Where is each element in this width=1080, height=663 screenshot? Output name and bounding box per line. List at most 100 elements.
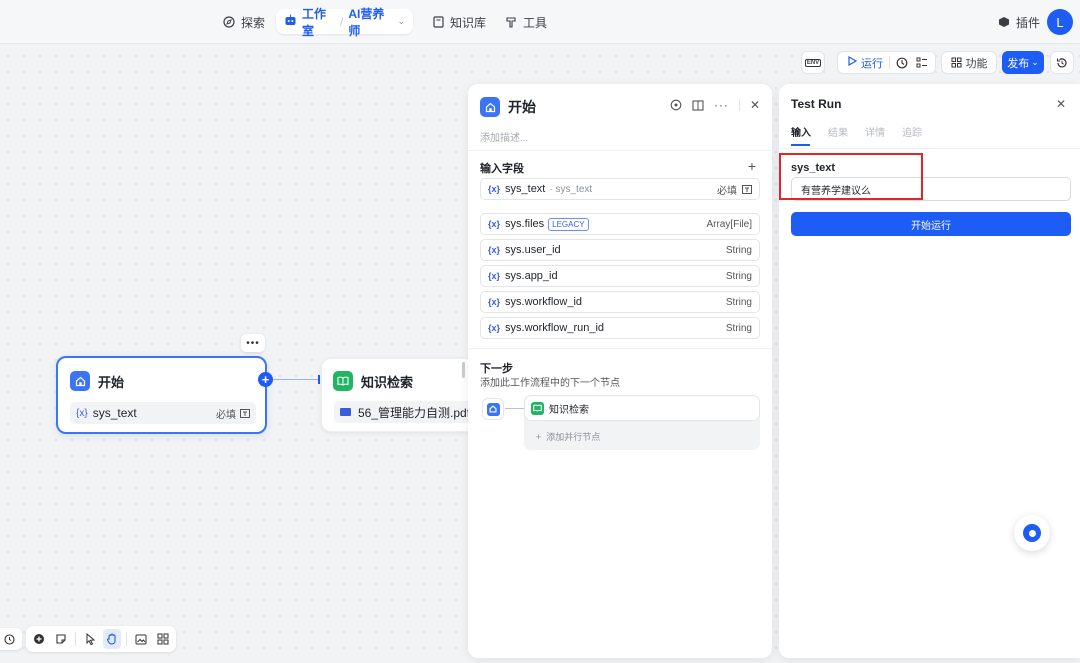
field-required-label: 必填	[717, 185, 737, 197]
grid-icon	[951, 57, 962, 68]
variable-icon: {x}	[488, 245, 501, 255]
kb-node-file-name: 56_管理能力自测.pdf...	[358, 405, 481, 420]
legacy-badge: LEGACY	[548, 217, 589, 231]
divider	[779, 148, 1080, 149]
run-history-icon[interactable]	[896, 57, 908, 69]
field-sub: · sys_text	[549, 183, 593, 195]
more-icon[interactable]: ···	[714, 98, 729, 112]
kb-node-header: 知识检索	[333, 371, 413, 391]
history-icon	[1056, 57, 1068, 69]
field-name: sys.workflow_run_id	[505, 322, 605, 334]
text-field-icon	[742, 184, 752, 194]
run-step-icon[interactable]	[670, 99, 682, 111]
sys-text-label: sys_text	[791, 162, 836, 174]
nav-plugins-label: 插件	[1016, 15, 1041, 30]
field-sys-workflow-run-id[interactable]: {x} sys.workflow_run_id String	[480, 317, 760, 339]
tab-tracing[interactable]: 追踪	[902, 124, 922, 139]
export-image-icon[interactable]	[132, 629, 151, 649]
nav-studio-label: 工作室	[302, 6, 327, 38]
test-run-panel: Test Run ✕ 输入 结果 详情 追踪 sys_text 开始运行	[779, 84, 1080, 658]
field-sys-files[interactable]: {x} sys.files LEGACY Array[File]	[480, 213, 760, 235]
user-avatar[interactable]: L	[1047, 9, 1073, 35]
toolbar-divider	[75, 632, 76, 646]
chat-assistant-button[interactable]	[1014, 515, 1050, 551]
nav-knowledge-label: 知识库	[450, 15, 487, 30]
tab-result[interactable]: 结果	[828, 124, 848, 139]
robot-icon	[284, 14, 297, 29]
add-note-icon[interactable]	[52, 629, 71, 649]
nav-explore[interactable]: 探索	[222, 9, 265, 35]
add-block-icon[interactable]	[30, 629, 49, 649]
split-view-icon[interactable]	[692, 99, 704, 111]
add-parallel-label: 添加并行节点	[546, 432, 601, 442]
variable-icon: {x}	[488, 297, 501, 307]
tab-detail[interactable]: 详情	[865, 124, 885, 139]
sys-text-input[interactable]	[791, 177, 1071, 201]
field-sys-text[interactable]: {x} sys_text · sys_text 必填	[480, 178, 760, 200]
home-icon	[70, 371, 90, 391]
open-book-icon	[531, 401, 544, 415]
canvas-toolbar	[26, 626, 176, 652]
version-history-button[interactable]	[1050, 51, 1074, 74]
publish-button[interactable]: 发布 ⌄	[1002, 51, 1044, 74]
field-name: sys.user_id	[505, 244, 561, 256]
start-node-header: 开始	[70, 371, 124, 391]
node-more-button[interactable]: •••	[241, 334, 265, 352]
cube-icon	[997, 15, 1011, 29]
field-sys-workflow-id[interactable]: {x} sys.workflow_id String	[480, 291, 760, 313]
studio-breadcrumb[interactable]: 工作室 / AI营养师 ⌄	[276, 7, 413, 38]
toolbar-divider	[126, 632, 127, 646]
publish-label: 发布	[1007, 57, 1030, 70]
field-sys-user-id[interactable]: {x} sys.user_id String	[480, 239, 760, 261]
field-type: String	[725, 296, 752, 308]
current-node-icon	[482, 398, 504, 420]
panel-actions: ··· ✕	[670, 98, 760, 112]
env-button[interactable]: ENV	[801, 51, 825, 74]
nav-tools-label: 工具	[523, 15, 548, 30]
compass-icon	[222, 15, 236, 29]
nav-plugins[interactable]: 插件	[997, 9, 1040, 35]
description-placeholder[interactable]: 添加描述...	[480, 129, 528, 144]
test-run-title: Test Run	[791, 97, 842, 111]
breadcrumb-separator: /	[340, 14, 344, 29]
field-type: String	[725, 322, 752, 334]
divider	[468, 348, 772, 349]
run-button[interactable]: 运行	[848, 55, 883, 71]
start-run-button[interactable]: 开始运行	[791, 212, 1071, 236]
add-parallel-node[interactable]: + 添加并行节点	[536, 430, 600, 443]
open-book-icon	[333, 371, 353, 391]
tab-input[interactable]: 输入	[791, 124, 811, 139]
canvas-history-button[interactable]	[0, 628, 22, 650]
variable-icon: {x}	[488, 271, 501, 281]
features-button[interactable]: 功能	[941, 51, 997, 74]
field-sub-name: sys_text	[555, 183, 593, 195]
nav-knowledge[interactable]: 知识库	[431, 9, 486, 35]
field-name: sys.app_id	[505, 270, 558, 282]
close-icon[interactable]: ✕	[1056, 97, 1066, 111]
add-node-icon[interactable]: +	[258, 372, 273, 387]
field-type: String	[725, 270, 752, 282]
variable-icon: {x}	[76, 407, 88, 419]
checklist-icon[interactable]	[916, 57, 928, 68]
node-settings-panel: 开始 ··· ✕ 添加描述... 输入字段 + {x} sys_text · s…	[468, 84, 772, 658]
panel-resize-handle[interactable]	[462, 362, 465, 378]
edge-target-handle	[318, 375, 320, 384]
active-tab-indicator	[791, 144, 810, 146]
pointer-icon[interactable]	[81, 629, 100, 649]
start-node[interactable]: 开始 {x} sys_text 必填	[56, 356, 267, 434]
knowledge-retrieval-node[interactable]: 知识检索 56_管理能力自测.pdf...	[321, 358, 484, 432]
book-icon	[431, 15, 445, 29]
chevron-down-icon: ⌄	[1031, 57, 1039, 67]
variable-icon: {x}	[488, 219, 501, 229]
field-name: sys.files	[505, 218, 545, 230]
required-tag: 必填	[216, 406, 250, 421]
start-node-var-name: sys_text	[92, 406, 137, 420]
nav-tools[interactable]: 工具	[504, 9, 547, 35]
organize-blocks-icon[interactable]	[154, 629, 173, 649]
node-edge	[273, 379, 319, 380]
next-node-knowledge-retrieval[interactable]: 知识检索	[524, 395, 760, 421]
close-icon[interactable]: ✕	[750, 98, 760, 112]
field-sys-app-id[interactable]: {x} sys.app_id String	[480, 265, 760, 287]
add-field-icon[interactable]: +	[748, 158, 756, 174]
hand-icon[interactable]	[102, 629, 122, 649]
